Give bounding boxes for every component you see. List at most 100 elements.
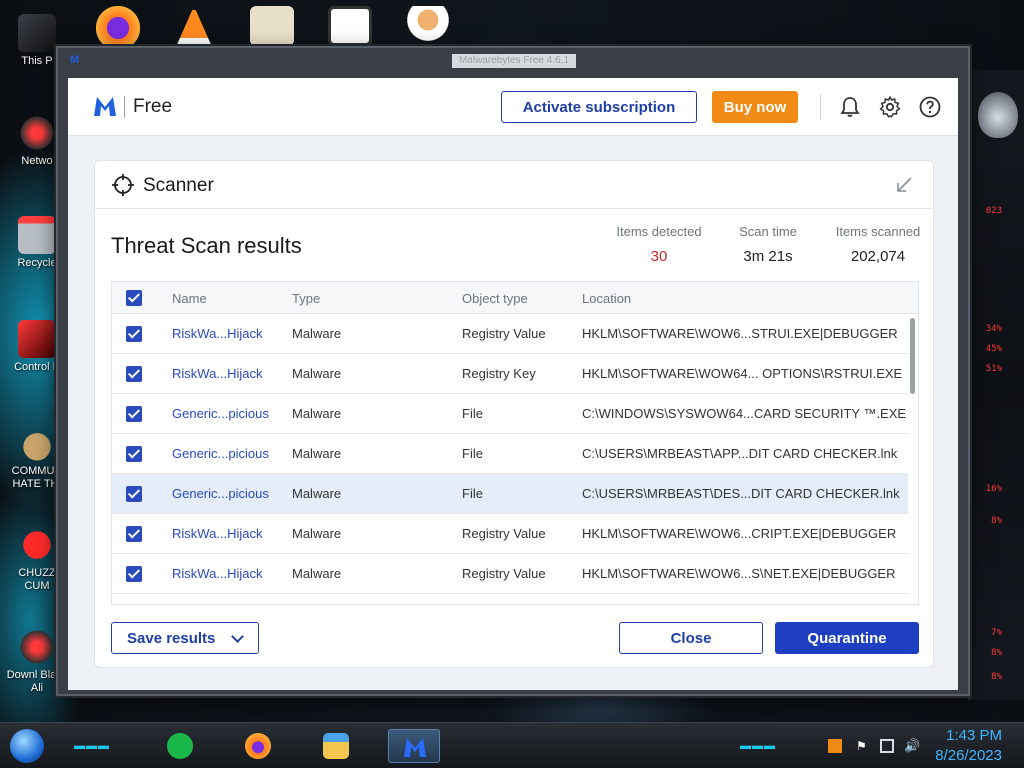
- taskbar-app-malwarebytes[interactable]: [388, 729, 440, 763]
- threat-name-link[interactable]: RiskWa...Hijack: [172, 566, 263, 581]
- object-type: Registry Value: [462, 326, 546, 341]
- system-monitor-gadget: 023 34% 45% 51% 16% 8% 7% 8% 8%: [968, 70, 1024, 700]
- gadget-readout: 7%: [991, 628, 1002, 638]
- row-checkbox[interactable]: [126, 326, 142, 342]
- threat-type: Malware: [292, 406, 342, 421]
- system-clock[interactable]: 1:43 PM 8/26/2023: [935, 726, 1002, 766]
- hxd-desktop-icon[interactable]: [250, 6, 294, 46]
- table-row[interactable]: Generic...picious Malware File C:\WINDOWS\S…: [112, 394, 908, 434]
- threat-name-link[interactable]: RiskWa...Hijack: [172, 526, 263, 541]
- stat-value: 3m 21s: [743, 248, 793, 265]
- gadget-readout: 16%: [985, 484, 1002, 494]
- threat-location: C:\USERS\MRBEAST\DES...DIT CARD CHECKER.…: [582, 486, 900, 501]
- recycle-bin-icon: [18, 216, 56, 254]
- column-header-name[interactable]: Name: [172, 291, 207, 306]
- threat-name-link[interactable]: Generic...picious: [172, 446, 269, 461]
- plan-label: Free: [133, 96, 173, 117]
- threat-type: Malware: [292, 366, 342, 381]
- stat-value: 30: [650, 248, 668, 265]
- save-results-button[interactable]: Save results: [111, 622, 259, 654]
- table-scrollbar[interactable]: [910, 318, 915, 394]
- bell-icon[interactable]: [838, 95, 862, 119]
- object-type: Registry Key: [462, 366, 536, 381]
- column-header-location[interactable]: Location: [582, 291, 631, 306]
- threat-name-link[interactable]: Generic...picious: [172, 406, 269, 421]
- desktop-icon-label: This P: [21, 55, 53, 67]
- app-header: Free Activate subscription Buy now: [68, 78, 958, 136]
- table-row[interactable]: Generic...picious Malware File C:\USERS\MRB…: [112, 434, 908, 474]
- taskbar-app-firefox[interactable]: [232, 729, 284, 763]
- row-checkbox[interactable]: [126, 526, 142, 542]
- maze-desktop-icon[interactable]: [328, 6, 372, 46]
- table-row[interactable]: RiskWa...Hijack Malware Registry Value HKLM…: [112, 514, 908, 554]
- table-row[interactable]: RiskWa...Hijack Malware Registry Value HKLM…: [112, 554, 908, 594]
- row-checkbox[interactable]: [126, 366, 142, 382]
- quarantine-button[interactable]: Quarantine: [775, 622, 919, 654]
- taskbar-decoration: ▬▬▬: [74, 740, 110, 752]
- row-checkbox[interactable]: [126, 406, 142, 422]
- logo-divider: [124, 96, 125, 118]
- network-tray-icon[interactable]: [880, 739, 894, 753]
- threat-name-link[interactable]: RiskWa...Hijack: [172, 326, 263, 341]
- money-bag-icon: [18, 424, 56, 462]
- threat-location: HKLM\SOFTWARE\WOW6...S\NET.EXE|DEBUGGER: [582, 566, 896, 581]
- activate-subscription-button[interactable]: Activate subscription: [501, 91, 697, 123]
- chevron-down-icon: [231, 630, 244, 643]
- object-type: File: [462, 486, 483, 501]
- alien-download-icon: [18, 628, 56, 666]
- tray-app-icon[interactable]: [828, 739, 842, 753]
- scanner-card-header: Scanner: [95, 161, 933, 209]
- firefox-desktop-icon[interactable]: [96, 6, 140, 46]
- app-content: Free Activate subscription Buy now Scann…: [68, 78, 958, 690]
- table-row[interactable]: RiskWa...Hijack Malware Registry Key HKLM\S…: [112, 354, 908, 394]
- threat-name-link[interactable]: RiskWa...Hijack: [172, 366, 263, 381]
- threat-name-link[interactable]: Generic...picious: [172, 486, 269, 501]
- table-row[interactable]: RiskWa...Hijack Malware Registry Value HKLM…: [112, 314, 908, 354]
- doctor-desktop-icon[interactable]: [406, 6, 450, 46]
- column-header-object-type[interactable]: Object type: [462, 291, 528, 306]
- gear-icon[interactable]: [878, 95, 902, 119]
- object-type: File: [462, 406, 483, 421]
- results-table: Name Type Object type Location RiskWa...…: [111, 281, 919, 605]
- threat-type: Malware: [292, 526, 342, 541]
- help-icon[interactable]: [918, 95, 942, 119]
- taskbar-app-explorer[interactable]: [310, 729, 362, 763]
- threat-type: Malware: [292, 446, 342, 461]
- clock-date: 8/26/2023: [935, 747, 1002, 764]
- select-all-checkbox[interactable]: [126, 290, 142, 306]
- gadget-readout: 51%: [985, 364, 1002, 374]
- gadget-readout: 8%: [991, 672, 1002, 682]
- flag-icon[interactable]: ⚑: [856, 739, 870, 753]
- desktop-icon-label: CHUZZ CUM: [18, 567, 56, 592]
- control-panel-icon: [18, 320, 56, 358]
- threat-location: C:\WINDOWS\SYSWOW64...CARD SECURITY ™.EX…: [582, 406, 907, 421]
- window-logo-icon: M: [70, 54, 80, 66]
- stat-value: 202,074: [850, 248, 906, 265]
- collapse-arrow-icon[interactable]: [895, 176, 913, 194]
- gadget-readout: 8%: [991, 516, 1002, 526]
- results-title: Threat Scan results: [111, 233, 302, 258]
- stat-items-scanned: Items scanned 202,074: [833, 224, 923, 265]
- taskbar-app-notes[interactable]: [154, 729, 206, 763]
- table-row[interactable]: Generic...picious Malware File C:\USERS\MRB…: [112, 474, 908, 514]
- stat-label: Items detected: [616, 224, 702, 239]
- row-checkbox[interactable]: [126, 446, 142, 462]
- start-button[interactable]: [10, 729, 44, 763]
- buy-now-button[interactable]: Buy now: [712, 91, 798, 123]
- object-type: Registry Value: [462, 566, 546, 581]
- row-checkbox[interactable]: [126, 566, 142, 582]
- gadget-readout: 023: [985, 206, 1002, 216]
- scanner-title: Scanner: [143, 175, 214, 196]
- window-title: Malwarebytes Free 4.6.1: [452, 54, 576, 68]
- desktop-icon-label: Control P: [14, 361, 60, 373]
- row-checkbox[interactable]: [126, 486, 142, 502]
- scanner-card: Scanner Threat Scan results Items detect…: [94, 160, 934, 668]
- taskbar: ▬▬▬ ▬▬▬ ⚑ 🔊 1:43 PM 8/26/2023: [0, 722, 1024, 768]
- stat-items-detected: Items detected 30: [611, 224, 707, 265]
- column-header-type[interactable]: Type: [292, 291, 320, 306]
- volume-icon[interactable]: 🔊: [904, 739, 920, 753]
- close-button[interactable]: Close: [619, 622, 763, 654]
- malwarebytes-window: M Malwarebytes Free 4.6.1 Free Activate …: [56, 46, 970, 696]
- network-icon: [18, 114, 56, 152]
- malwarebytes-logo-icon: [94, 97, 116, 116]
